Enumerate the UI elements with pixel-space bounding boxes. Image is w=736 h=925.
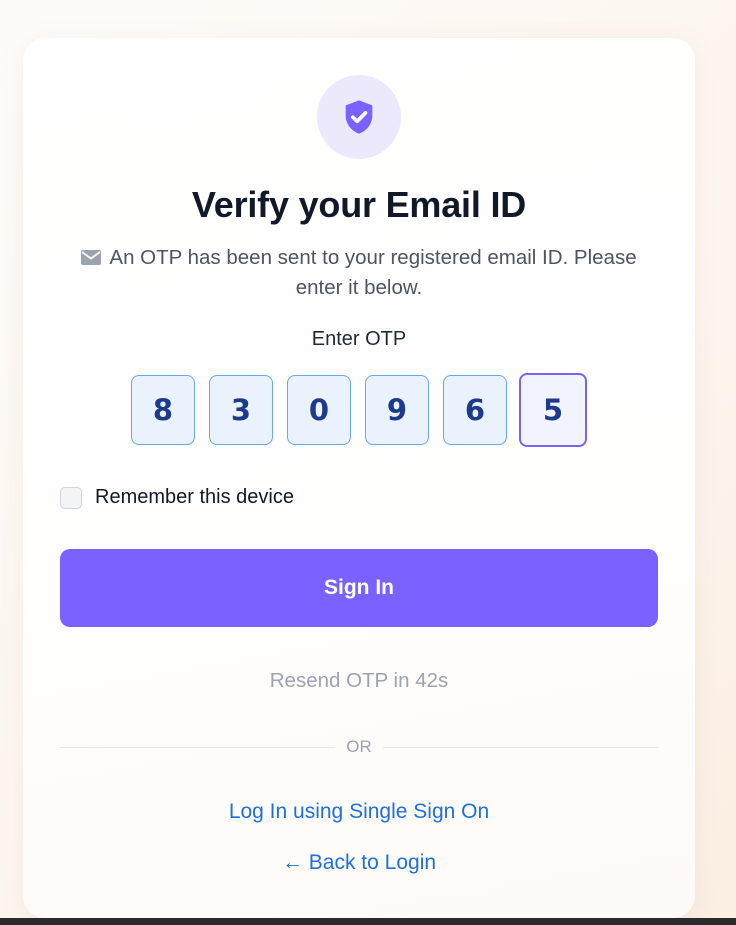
otp-digit-4[interactable]: 9 <box>365 375 429 445</box>
mail-icon <box>81 250 102 265</box>
otp-digit-3[interactable]: 0 <box>287 375 351 445</box>
remember-device-row[interactable]: Remember this device <box>60 486 294 509</box>
bottom-edge-bar <box>0 918 736 925</box>
subtitle-text: An OTP has been sent to your registered … <box>109 246 637 299</box>
otp-label: Enter OTP <box>311 328 407 350</box>
remember-device-label: Remember this device <box>95 486 294 508</box>
otp-digit-6[interactable]: 5 <box>519 373 587 447</box>
otp-input-group: 8 3 0 9 6 5 <box>131 373 601 447</box>
shield-badge <box>317 75 401 159</box>
divider-line-right <box>383 747 658 748</box>
otp-digit-5[interactable]: 6 <box>443 375 507 445</box>
sso-login-link[interactable]: Log In using Single Sign On <box>23 800 695 824</box>
page-title: Verify your Email ID <box>191 184 527 225</box>
verify-card: Verify your Email ID An OTP has been sen… <box>23 38 695 918</box>
otp-digit-2[interactable]: 3 <box>209 375 273 445</box>
otp-digit-1[interactable]: 8 <box>131 375 195 445</box>
shield-check-icon <box>345 100 373 134</box>
resend-otp-timer: Resend OTP in 42s <box>269 669 449 692</box>
remember-device-checkbox[interactable] <box>60 486 82 509</box>
sign-in-button[interactable]: Sign In <box>60 549 658 627</box>
otp-sent-message: An OTP has been sent to your registered … <box>59 243 659 303</box>
back-to-login-link[interactable]: ← Back to Login <box>23 851 695 875</box>
